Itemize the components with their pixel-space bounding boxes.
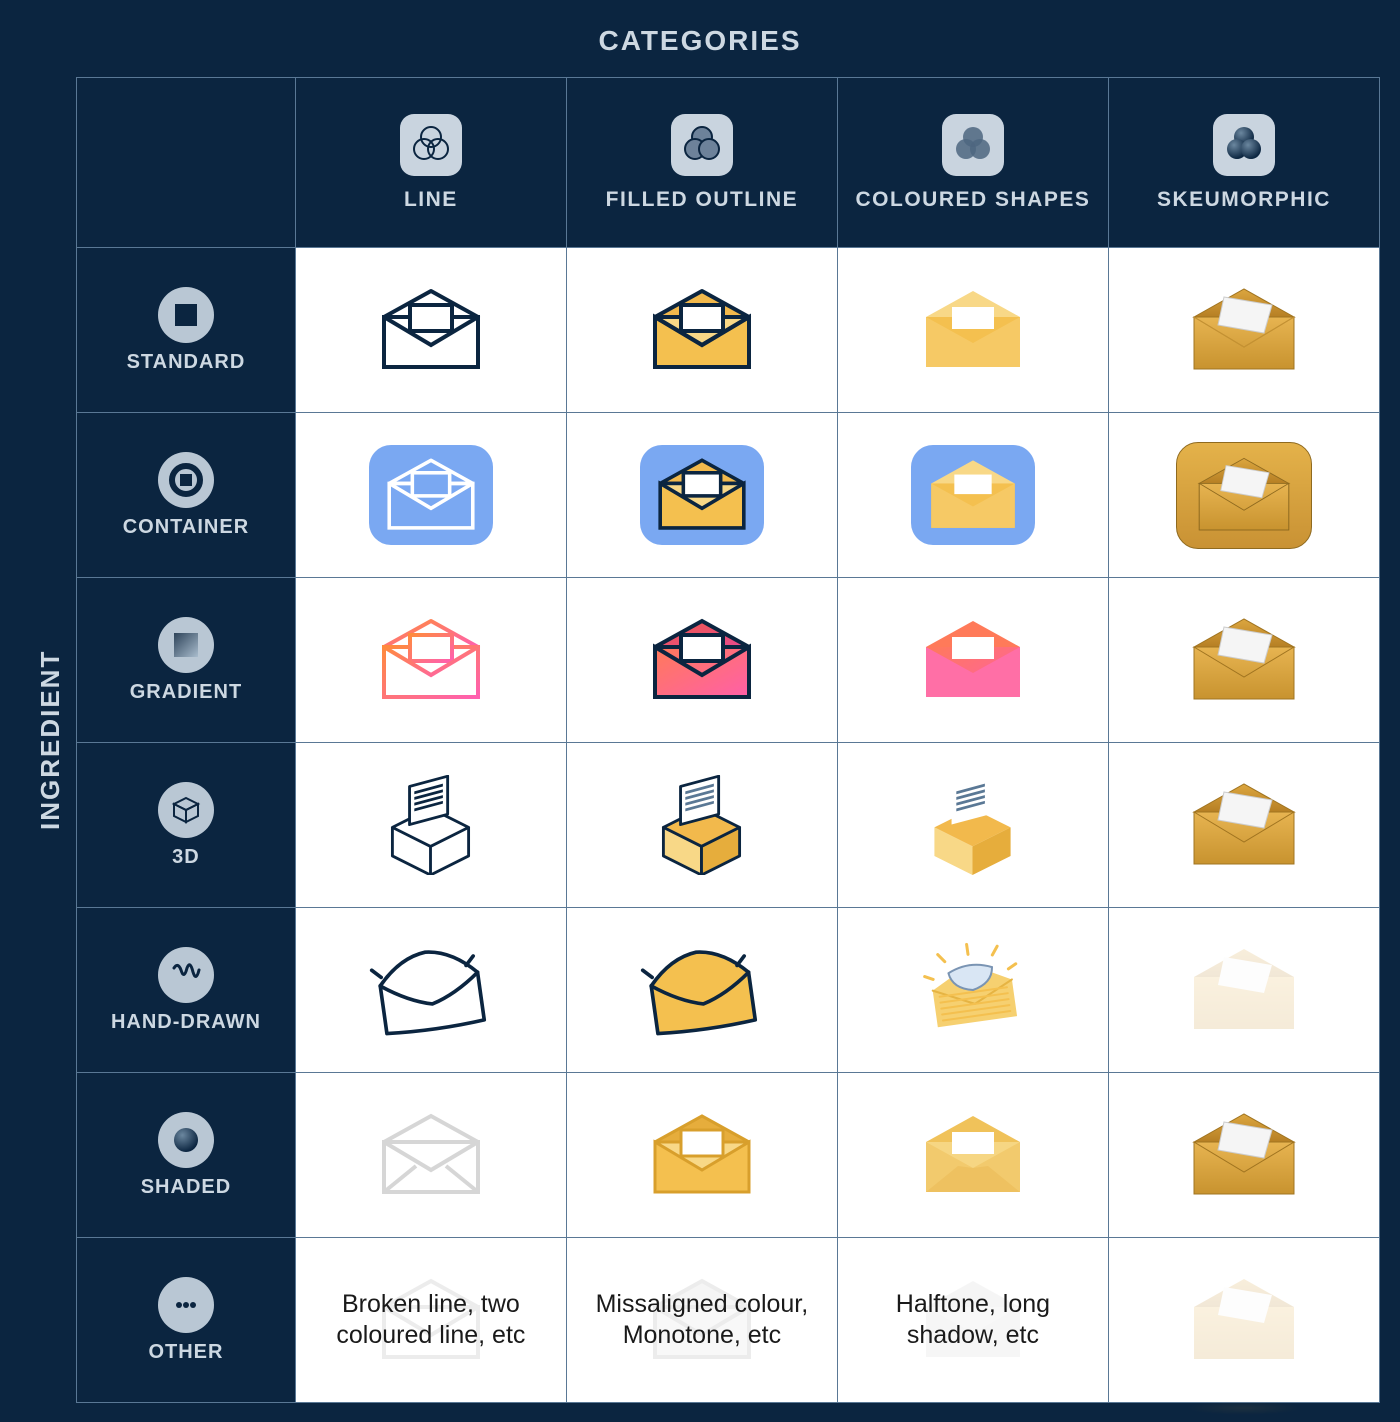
- col-head-coloured-shapes: COLOURED SHAPES: [837, 78, 1108, 248]
- row-label: 3D: [83, 846, 289, 869]
- cell-other-skeu: [1108, 1238, 1379, 1403]
- cell-container-coloured: [837, 413, 1108, 578]
- col-head-line: LINE: [295, 78, 566, 248]
- cell-gradient-skeu: [1108, 578, 1379, 743]
- cell-3d-skeu: [1108, 743, 1379, 908]
- cell-other-line: Broken line, two coloured line, etc: [295, 1238, 566, 1403]
- other-text-line: Broken line, two coloured line, etc: [296, 1238, 566, 1402]
- col-head-filled-outline: FILLED OUTLINE: [566, 78, 837, 248]
- cell-3d-line: [295, 743, 566, 908]
- cell-other-coloured: Halftone, long shadow, etc: [837, 1238, 1108, 1403]
- cell-3d-coloured: [837, 743, 1108, 908]
- cell-3d-filled-outline: [566, 743, 837, 908]
- ingredient-title: INGREDIENT: [20, 77, 76, 1403]
- venn-skeu-icon: [1213, 114, 1275, 176]
- cell-shaded-filled-outline: [566, 1073, 837, 1238]
- cell-container-line: [295, 413, 566, 578]
- other-text-filled-outline: Missaligned colour, Monotone, etc: [567, 1238, 837, 1402]
- col-label: COLOURED SHAPES: [839, 188, 1107, 212]
- row-label: GRADIENT: [83, 681, 289, 704]
- cell-hand-filled-outline: [566, 908, 837, 1073]
- row-head-container: CONTAINER: [77, 413, 296, 578]
- cell-hand-skeu: [1108, 908, 1379, 1073]
- row-head-hand-drawn: HAND-DRAWN: [77, 908, 296, 1073]
- cell-standard-filled-outline: [566, 248, 837, 413]
- other-text-coloured: Halftone, long shadow, etc: [838, 1238, 1108, 1402]
- cell-standard-line: [295, 248, 566, 413]
- dots-icon: [158, 1277, 214, 1333]
- standard-icon: [158, 287, 214, 343]
- container-icon: [158, 452, 214, 508]
- col-label: SKEUMORPHIC: [1110, 188, 1378, 212]
- cell-other-filled-outline: Missaligned colour, Monotone, etc: [566, 1238, 837, 1403]
- row-label: SHADED: [83, 1176, 289, 1199]
- gradient-icon: [158, 617, 214, 673]
- venn-filled-outline-icon: [671, 114, 733, 176]
- row-head-3d: 3D: [77, 743, 296, 908]
- cell-shaded-line: [295, 1073, 566, 1238]
- row-head-other: OTHER: [77, 1238, 296, 1403]
- row-head-gradient: GRADIENT: [77, 578, 296, 743]
- venn-coloured-icon: [942, 114, 1004, 176]
- cell-gradient-filled-outline: [566, 578, 837, 743]
- categories-title: CATEGORIES: [20, 25, 1380, 57]
- col-label: LINE: [297, 188, 565, 212]
- cube-icon: [158, 782, 214, 838]
- sphere-icon: [158, 1112, 214, 1168]
- icon-style-matrix: LINE FILLED OUTLINE: [76, 77, 1380, 1403]
- corner-cell: [77, 78, 296, 248]
- cell-container-skeu: [1108, 413, 1379, 578]
- row-label: CONTAINER: [83, 516, 289, 539]
- cell-container-filled-outline: [566, 413, 837, 578]
- row-head-shaded: SHADED: [77, 1073, 296, 1238]
- cell-shaded-skeu: [1108, 1073, 1379, 1238]
- venn-line-icon: [400, 114, 462, 176]
- row-label: STANDARD: [83, 351, 289, 374]
- cell-hand-coloured: [837, 908, 1108, 1073]
- cell-standard-skeu: [1108, 248, 1379, 413]
- cell-shaded-coloured: [837, 1073, 1108, 1238]
- cell-standard-coloured: [837, 248, 1108, 413]
- row-label: HAND-DRAWN: [83, 1011, 289, 1034]
- cell-gradient-line: [295, 578, 566, 743]
- row-label: OTHER: [83, 1341, 289, 1364]
- col-head-skeumorphic: SKEUMORPHIC: [1108, 78, 1379, 248]
- row-head-standard: STANDARD: [77, 248, 296, 413]
- col-label: FILLED OUTLINE: [568, 188, 836, 212]
- cell-gradient-coloured: [837, 578, 1108, 743]
- cell-hand-line: [295, 908, 566, 1073]
- scribble-icon: [158, 947, 214, 1003]
